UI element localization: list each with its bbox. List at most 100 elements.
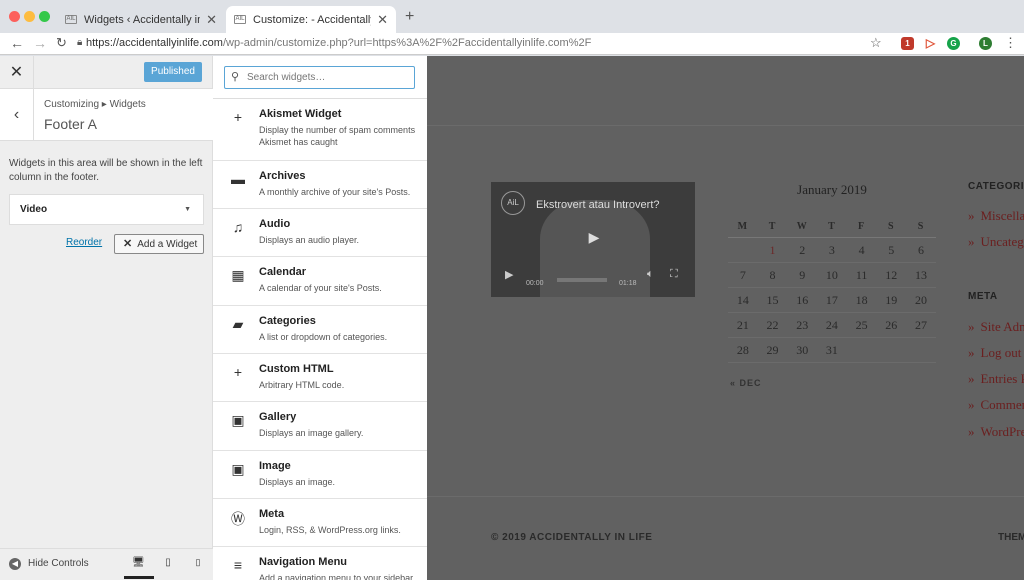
tablet-preview-icon[interactable]: ▯ bbox=[162, 557, 174, 569]
extension-play-icon[interactable]: ▷ bbox=[924, 37, 937, 50]
tab-widgets[interactable]: AIL Widgets ‹ Accidentally in Life — ✕ bbox=[57, 6, 225, 33]
desktop-preview-icon[interactable]: 🖥︎ bbox=[132, 557, 145, 569]
image-icon: ▣ bbox=[231, 461, 245, 477]
reorder-link[interactable]: Reorder bbox=[66, 237, 102, 248]
calendar-day: 14 bbox=[736, 292, 749, 307]
widget-item-video[interactable]: Video ▼ bbox=[9, 194, 204, 225]
back-chevron-icon[interactable]: ‹ bbox=[0, 89, 34, 141]
video-duration: 01:18 bbox=[619, 280, 637, 287]
mobile-preview-icon[interactable]: ▯ bbox=[192, 557, 204, 569]
widget-option-akismet[interactable]: + Akismet Widget Display the number of spa… bbox=[213, 99, 427, 161]
video-progress-bar[interactable] bbox=[557, 278, 607, 282]
meta-label: Entries RSS bbox=[980, 371, 1024, 386]
menu-icon: ≡ bbox=[233, 557, 243, 573]
forward-arrow-icon[interactable]: → bbox=[33, 36, 47, 50]
meta-link[interactable]: »Entries RSS bbox=[968, 371, 1024, 387]
plus-icon: + bbox=[233, 364, 243, 380]
widget-option-audio[interactable]: ♫ Audio Displays an audio player. bbox=[213, 209, 427, 257]
volume-icon[interactable]: 🔈︎ bbox=[647, 268, 654, 281]
calendar-day: 19 bbox=[885, 292, 898, 307]
profile-avatar[interactable]: L bbox=[979, 37, 992, 50]
widget-option-desc: Displays an image. bbox=[259, 477, 336, 487]
meta-link[interactable]: » Log out bbox=[968, 345, 1021, 361]
calendar-day: 30 bbox=[796, 342, 809, 357]
url-host: https://accidentallyinlife.com bbox=[86, 37, 223, 49]
preview-header bbox=[427, 56, 1024, 126]
meta-link[interactable]: »Comments RSS bbox=[968, 397, 1024, 413]
categories-heading: CATEGORIES bbox=[968, 181, 1024, 192]
bookmark-star-icon[interactable]: ☆ bbox=[870, 35, 882, 51]
widget-option-custom-html[interactable]: + Custom HTML Arbitrary HTML code. bbox=[213, 354, 427, 402]
video-title[interactable]: Ekstrovert atau Introvert? bbox=[536, 199, 660, 211]
minimize-window-button[interactable] bbox=[24, 11, 35, 22]
extension-badge-icon[interactable]: 1 bbox=[901, 37, 914, 50]
calendar-day: 15 bbox=[766, 292, 779, 307]
close-tab-icon[interactable]: ✕ bbox=[377, 12, 388, 28]
calendar-day: 7 bbox=[739, 267, 746, 282]
maximize-window-button[interactable] bbox=[39, 11, 50, 22]
widget-option-gallery[interactable]: ▣ Gallery Displays an image gallery. bbox=[213, 402, 427, 451]
fullscreen-icon[interactable]: ⛶ bbox=[670, 268, 678, 281]
widget-option-image[interactable]: ▣ Image Displays an image. bbox=[213, 451, 427, 499]
calendar-day: 17 bbox=[825, 292, 838, 307]
url-path: /wp-admin/customize.php?url=https%3A%2F%… bbox=[222, 37, 592, 49]
collapse-arrow-icon: ◀ bbox=[9, 558, 21, 570]
widget-search-input[interactable]: ⚲ Search widgets… bbox=[224, 66, 415, 89]
add-widget-label: Add a Widget bbox=[137, 239, 198, 250]
widget-option-calendar[interactable]: ▦ Calendar A calendar of your site's Posts… bbox=[213, 257, 427, 306]
channel-logo: AiL bbox=[501, 191, 525, 215]
widget-option-desc: Displays an image gallery. bbox=[259, 428, 364, 438]
chevron-down-icon[interactable]: ▼ bbox=[184, 195, 191, 224]
reload-icon[interactable]: ↻ bbox=[56, 36, 67, 50]
widget-option-desc: Display the number of spam comments Akis… bbox=[259, 125, 416, 147]
calendar-table: M T W T F S S 1 2 3 4 5 6 7 8 9 10 11 12 13 14 15 16 17 18 19 20 21… bbox=[728, 216, 936, 363]
url-field[interactable]: https://accidentallyinlife.com/wp-admin/… bbox=[86, 37, 591, 49]
lock-icon: 🔒︎ bbox=[77, 37, 83, 48]
widget-option-archives[interactable]: ▬ Archives A monthly archive of your site'… bbox=[213, 161, 427, 209]
category-label: Miscellaneous bbox=[980, 208, 1024, 223]
close-window-button[interactable] bbox=[9, 11, 20, 22]
calendar-day: 31 bbox=[825, 342, 838, 357]
calendar-day: 26 bbox=[885, 317, 898, 332]
back-arrow-icon[interactable]: ← bbox=[10, 36, 24, 50]
category-link[interactable]: »Miscellaneous bbox=[968, 208, 1024, 224]
category-link[interactable]: »Uncategorized bbox=[968, 234, 1024, 250]
published-button[interactable]: Published bbox=[144, 62, 202, 82]
calendar-icon: ▦ bbox=[231, 267, 245, 283]
tab-customize[interactable]: AIL Customize: - Accidentally in Life ✕ bbox=[226, 6, 396, 33]
plus-icon: + bbox=[233, 109, 243, 125]
hide-controls-button[interactable]: ◀ Hide Controls bbox=[9, 558, 89, 570]
calendar-weekday-row: MTWTFSS bbox=[728, 216, 936, 238]
play-icon[interactable]: ▶ bbox=[578, 229, 610, 251]
browser-menu-icon[interactable]: ⋮ bbox=[1004, 35, 1017, 51]
calendar-week-row: 28 29 30 31 bbox=[728, 338, 936, 363]
new-tab-button[interactable]: + bbox=[405, 8, 414, 26]
section-title: Footer A bbox=[44, 116, 97, 132]
meta-link[interactable]: »Site Admin bbox=[968, 319, 1024, 335]
widget-option-categories[interactable]: ▰ Categories A list or dropdown of categor… bbox=[213, 306, 427, 354]
calendar-week-row: 7 8 9 10 11 12 13 bbox=[728, 263, 936, 288]
site-favicon-icon: AIL bbox=[234, 15, 246, 24]
calendar-day[interactable]: 1 bbox=[758, 243, 788, 258]
calendar-prev-link[interactable]: « DEC bbox=[730, 378, 762, 388]
meta-link[interactable]: »WordPress.org bbox=[968, 424, 1024, 440]
meta-label: Comments RSS bbox=[980, 397, 1024, 412]
widget-option-navigation-menu[interactable]: ≡ Navigation Menu Add a navigation menu to… bbox=[213, 547, 427, 580]
calendar-week-row: 14 15 16 17 18 19 20 bbox=[728, 288, 936, 313]
close-tab-icon[interactable]: ✕ bbox=[206, 12, 217, 28]
add-widget-button[interactable]: ✕ Add a Widget bbox=[114, 234, 204, 254]
widget-option-title: Audio bbox=[259, 218, 291, 230]
calendar-day: 27 bbox=[914, 317, 927, 332]
widget-option-desc: A monthly archive of your site's Posts. bbox=[259, 187, 411, 197]
calendar-day: 8 bbox=[769, 267, 776, 282]
widget-option-meta[interactable]: Ⓦ Meta Login, RSS, & WordPress.org links. bbox=[213, 499, 427, 547]
device-active-indicator bbox=[124, 576, 154, 579]
calendar-day: 2 bbox=[799, 242, 806, 257]
close-customizer-icon[interactable]: ✕ bbox=[0, 56, 34, 89]
calendar-day: 3 bbox=[828, 242, 835, 257]
grammarly-icon[interactable]: G bbox=[947, 37, 960, 50]
play-small-icon[interactable]: ▶ bbox=[505, 268, 513, 281]
calendar-title: January 2019 bbox=[797, 182, 867, 197]
calendar-day: 5 bbox=[888, 242, 895, 257]
calendar-day: 6 bbox=[917, 242, 924, 257]
